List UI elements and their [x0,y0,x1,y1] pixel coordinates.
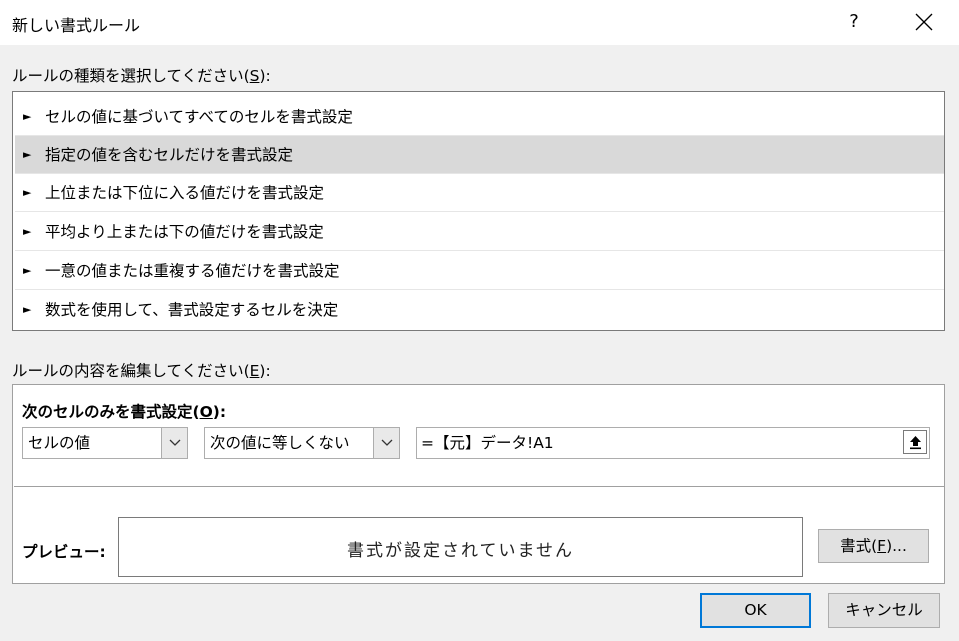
triangle-right-icon: ► [23,264,32,277]
upload-arrow-icon [910,436,921,450]
formula-value: =【元】データ!A1 [421,434,554,452]
rule-type-label: 指定の値を含むセルだけを書式設定 [45,146,294,164]
rule-type-item[interactable]: ► 数式を使用して、書式設定するセルを決定 [15,291,944,329]
rule-type-label: 数式を使用して、書式設定するセルを決定 [45,301,339,319]
triangle-right-icon: ► [23,110,32,123]
rule-edit-panel: 次のセルのみを書式設定(O): セルの値 次の値に等しくない =【元】データ!A… [12,384,945,584]
format-button[interactable]: 書式(F)... [818,529,929,563]
triangle-right-icon: ► [23,225,32,238]
divider [14,486,944,487]
triangle-right-icon: ► [23,186,32,199]
operator-value: 次の値に等しくない [210,434,350,452]
dialog-title: 新しい書式ルール [12,16,141,35]
rule-type-label: セルの値に基づいてすべてのセルを書式設定 [45,108,353,126]
format-only-cells-label: 次のセルのみを書式設定(O): [22,403,227,421]
ok-button[interactable]: OK [700,593,811,628]
preview-label: プレビュー: [22,543,106,561]
triangle-right-icon: ► [23,148,32,161]
condition-type-value: セルの値 [28,434,91,452]
help-button[interactable]: ? [838,6,870,38]
close-button[interactable] [904,6,944,38]
condition-type-select[interactable]: セルの値 [22,427,188,459]
dropdown-button[interactable] [161,428,187,458]
rule-type-list[interactable]: ► セルの値に基づいてすべてのセルを書式設定 ► 指定の値を含むセルだけを書式設… [12,91,945,331]
rule-type-item[interactable]: ► 平均より上または下の値だけを書式設定 [15,213,944,251]
dropdown-button[interactable] [373,428,399,458]
rule-type-label: 平均より上または下の値だけを書式設定 [45,223,324,241]
rule-type-item-selected[interactable]: ► 指定の値を含むセルだけを書式設定 [15,136,944,174]
edit-rule-label: ルールの内容を編集してください(E): [12,362,271,380]
triangle-right-icon: ► [23,303,32,316]
rule-type-item[interactable]: ► セルの値に基づいてすべてのセルを書式設定 [15,98,944,136]
rule-type-label: ルールの種類を選択してください(S): [12,67,271,85]
rule-type-item[interactable]: ► 上位または下位に入る値だけを書式設定 [15,174,944,212]
formula-input[interactable]: =【元】データ!A1 [416,427,930,459]
rule-type-label: 一意の値または重複する値だけを書式設定 [45,262,340,280]
cancel-button[interactable]: キャンセル [828,593,940,628]
preview-text: 書式が設定されていません [347,541,574,561]
preview-box: 書式が設定されていません [118,517,803,577]
rule-type-item[interactable]: ► 一意の値または重複する値だけを書式設定 [15,252,944,290]
title-bar: 新しい書式ルール ? [0,0,959,45]
collapse-dialog-button[interactable] [903,430,927,454]
close-icon [915,13,933,31]
chevron-down-icon [169,439,181,446]
operator-select[interactable]: 次の値に等しくない [204,427,400,459]
rule-type-label: 上位または下位に入る値だけを書式設定 [45,184,325,202]
chevron-down-icon [381,439,393,446]
